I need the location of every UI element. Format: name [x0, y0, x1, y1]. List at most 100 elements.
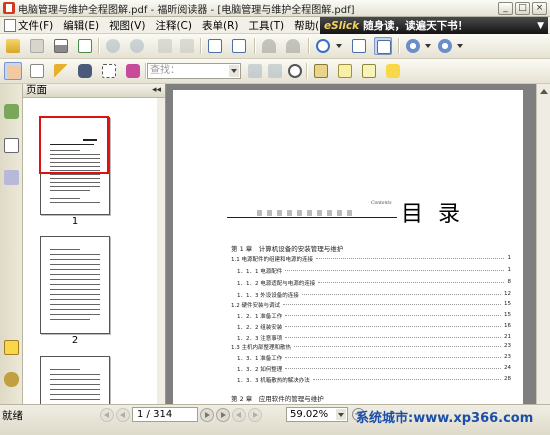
hand-tool-icon[interactable] — [4, 62, 22, 80]
email-icon[interactable] — [76, 37, 94, 55]
menu-form[interactable]: 表单(R) — [197, 18, 244, 33]
rotate-icon[interactable] — [230, 37, 248, 55]
open-icon[interactable] — [4, 37, 22, 55]
first-page-button[interactable] — [100, 407, 114, 422]
toc-leader — [294, 346, 501, 347]
close-button[interactable]: × — [532, 2, 547, 15]
thumbnail-label: 1 — [71, 216, 79, 227]
page-layout-icon[interactable] — [206, 37, 224, 55]
highlight-icon[interactable] — [336, 62, 354, 80]
pages-icon[interactable] — [4, 138, 19, 153]
search-input[interactable]: 查找： — [147, 63, 241, 79]
camera-icon[interactable] — [124, 62, 142, 80]
toc-leader — [285, 357, 501, 358]
zoom-in-plus-icon[interactable] — [436, 37, 454, 55]
attachments-icon[interactable] — [4, 372, 19, 387]
menu-tools[interactable]: 工具(T) — [243, 18, 289, 33]
typewriter-icon[interactable] — [312, 62, 330, 80]
menu-view[interactable]: 视图(V) — [104, 18, 150, 33]
toc-entry[interactable]: 1.2 硬件安装与调试 15 — [231, 301, 511, 309]
menu-edit[interactable]: 编辑(E) — [58, 18, 104, 33]
scroll-up-icon[interactable] — [539, 86, 549, 96]
toc-entry[interactable]: 1．1．2 电源适配与电源的连接 8 — [237, 279, 511, 287]
collapse-panel-icon[interactable]: ◂◂ — [152, 84, 161, 97]
page-thumbnail[interactable] — [40, 356, 110, 406]
toc-entry[interactable]: 1．1．3 外设设备的连接 12 — [237, 291, 511, 299]
toc-entry[interactable]: 1.3 主机内部整理和散热 23 — [231, 343, 511, 351]
toc-entry[interactable]: 1．3．3 机箱散热的解决办法 28 — [237, 376, 511, 384]
toc-chapter[interactable]: 第 2 章 应用软件的管理与维护 — [231, 393, 511, 403]
search-dropdown-icon[interactable] — [229, 65, 239, 77]
bookmarks-icon[interactable] — [4, 104, 19, 119]
toc-entry[interactable]: 1．2．1 准备工作 15 — [237, 312, 511, 320]
status-text: 就绪 — [2, 410, 23, 422]
toc-entry[interactable]: 1．3．1 准备工作 23 — [237, 354, 511, 362]
banner-dropdown-icon[interactable]: ▼ — [537, 21, 544, 31]
thumbnail-label: 2 — [71, 335, 79, 346]
toc-leader — [285, 368, 501, 369]
text-select-icon[interactable] — [28, 62, 46, 80]
banner-text: 随身读，读遍天下书！ — [363, 20, 469, 32]
document-scrollbar[interactable] — [536, 84, 550, 404]
save-icon[interactable] — [28, 37, 46, 55]
snapshot-icon[interactable] — [100, 62, 118, 80]
next-page-button[interactable] — [200, 407, 214, 422]
next-page-icon[interactable] — [156, 37, 174, 55]
toc-entry[interactable]: 1．2．3 注意事项 21 — [237, 334, 511, 342]
tools-toolbar — [0, 59, 550, 84]
site-watermark: 系统城市:www.xp366.com — [356, 411, 534, 426]
toc-chapter[interactable]: 第 1 章 计算机设备的安装管理与维护 — [231, 243, 511, 253]
select-arrow-icon[interactable] — [52, 62, 70, 80]
undo-icon[interactable] — [260, 37, 278, 55]
text-box-icon[interactable] — [360, 62, 378, 80]
toc-entry[interactable]: 1．2．2 组装安装 16 — [237, 323, 511, 331]
comments-icon[interactable] — [4, 340, 19, 355]
contents-label: Contents — [371, 201, 392, 206]
find-next-icon[interactable] — [266, 62, 284, 80]
menu-file[interactable]: 文件(F) — [0, 18, 58, 33]
page-thumbnail[interactable] — [40, 236, 110, 334]
forward-button[interactable] — [248, 407, 262, 422]
heading-rule — [227, 210, 397, 218]
zoom-out-minus-icon[interactable] — [404, 37, 422, 55]
print-icon[interactable] — [52, 37, 70, 55]
find-previous-icon[interactable] — [246, 62, 264, 80]
restore-button[interactable]: □ — [515, 2, 530, 15]
page-number-field[interactable]: 1 / 314 — [132, 407, 198, 422]
toc-entry[interactable]: 1．3．2 如何整理 24 — [237, 365, 511, 373]
note-icon[interactable] — [384, 62, 402, 80]
zoom-field[interactable]: 59.02% — [286, 407, 348, 422]
last-page-button[interactable] — [216, 407, 230, 422]
search-icon[interactable] — [286, 62, 304, 80]
app-icon — [3, 2, 15, 14]
pages-panel-title: 页面 — [26, 84, 47, 96]
page-navigation: 1 / 314 — [100, 407, 262, 422]
minimize-button[interactable]: _ — [498, 2, 513, 15]
toc-leader — [313, 379, 501, 380]
toc-leader — [285, 326, 501, 327]
pages-panel-header: 页面 ◂◂ — [23, 84, 165, 98]
fit-page-icon[interactable] — [350, 37, 368, 55]
toc-entry[interactable]: 1.1 电源配件的组建和电源的连接 1 — [231, 255, 511, 263]
redo-icon[interactable] — [284, 37, 302, 55]
previous-page-button[interactable] — [116, 407, 130, 422]
back-button[interactable] — [232, 407, 246, 422]
first-page-icon[interactable] — [104, 37, 122, 55]
page-thumbnail[interactable] — [39, 116, 110, 215]
fit-width-icon[interactable] — [374, 37, 392, 55]
last-page-icon[interactable] — [178, 37, 196, 55]
previous-page-icon[interactable] — [128, 37, 146, 55]
promo-banner[interactable]: eSlick 随身读，读遍天下书！ ▼ — [320, 17, 548, 34]
title-bar: 电脑管理与维护全程图解.pdf - 福昕阅读器 - [电脑管理与维护全程图解.p… — [0, 0, 550, 17]
zoom-dropdown-icon[interactable] — [336, 409, 346, 420]
layers-icon[interactable] — [4, 170, 19, 185]
toc-leader — [318, 282, 504, 283]
binoculars-icon[interactable] — [76, 62, 94, 80]
zoom-in-icon[interactable] — [314, 37, 332, 55]
toc-entry[interactable]: 1．1．1 电源配件 1 — [237, 267, 511, 275]
toc-leader — [316, 258, 504, 259]
document-view[interactable]: Contents 目 录 第 1 章 计算机设备的安装管理与维护 1.1 电源配… — [166, 84, 550, 410]
panel-scrollbar[interactable] — [157, 98, 165, 404]
menu-comment[interactable]: 注释(C) — [150, 18, 197, 33]
toc-leader — [285, 315, 501, 316]
